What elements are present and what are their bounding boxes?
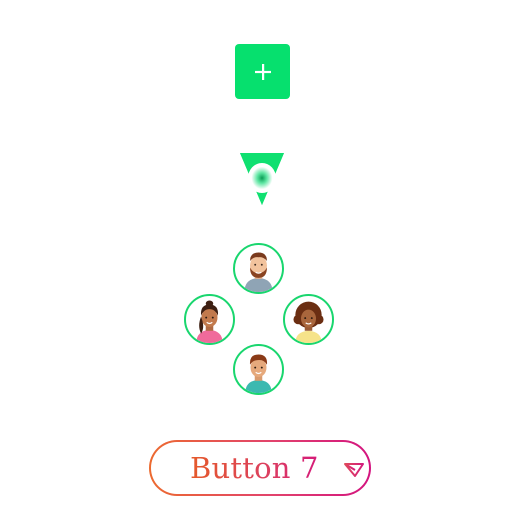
canvas: Button 7	[0, 0, 512, 512]
boy-avatar-icon	[245, 354, 272, 393]
button-7-body: Button 7	[151, 442, 369, 494]
button-7[interactable]: Button 7	[149, 440, 371, 496]
add-button[interactable]	[235, 44, 290, 99]
plus-icon	[253, 62, 273, 82]
avatar-boy[interactable]	[233, 344, 284, 395]
bearded-man-avatar-icon	[244, 252, 273, 292]
woman-ponytail-avatar-icon	[196, 300, 223, 343]
avatar-woman-ponytail[interactable]	[184, 294, 235, 345]
triangle-down-icon	[343, 462, 365, 478]
avatar-curly-hair-woman[interactable]	[283, 294, 334, 345]
curly-hair-woman-avatar-icon	[293, 301, 324, 343]
navigation-arrow-icon	[236, 150, 288, 208]
avatar-bearded-man[interactable]	[233, 243, 284, 294]
button-7-label: Button 7	[190, 451, 319, 485]
